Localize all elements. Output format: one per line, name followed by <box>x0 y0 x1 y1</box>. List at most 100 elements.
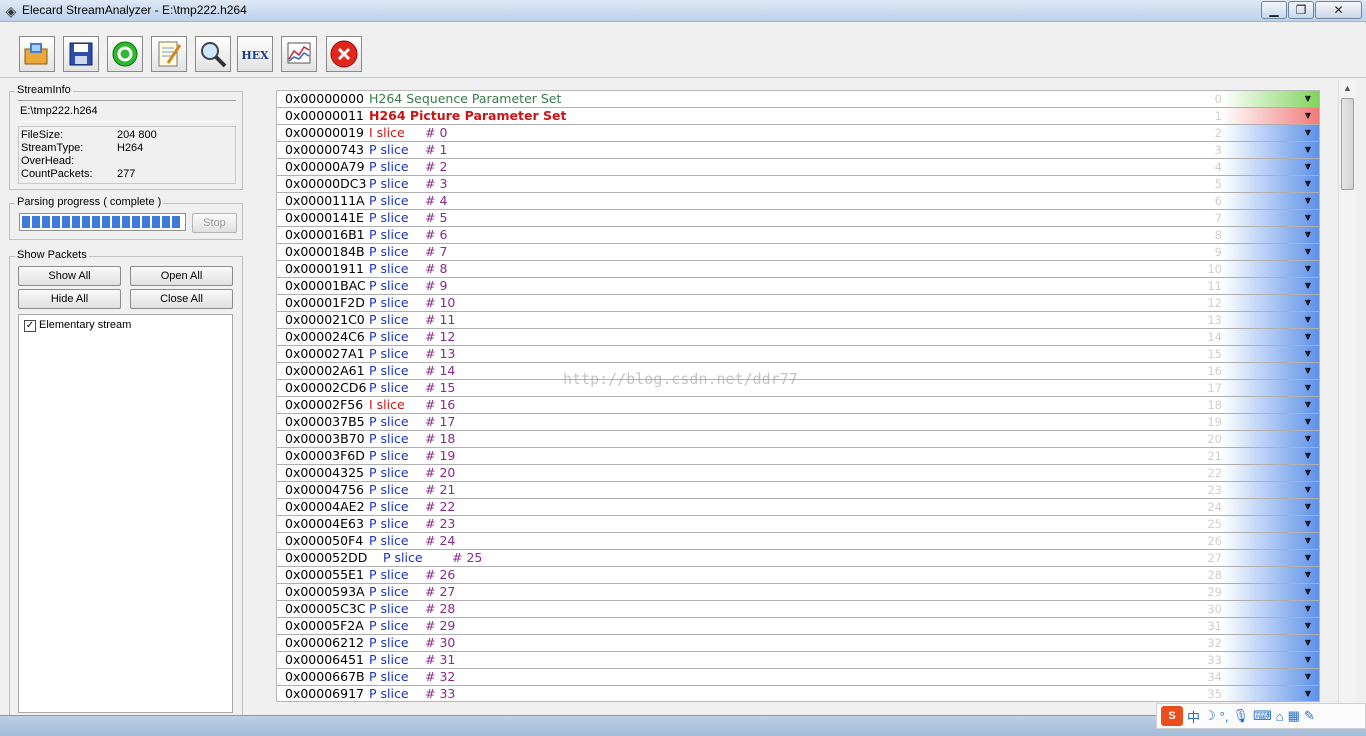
keyboard-icon[interactable]: ⌨ <box>1253 708 1272 724</box>
expand-chevron-icon[interactable]: ⩔ <box>1301 601 1315 617</box>
scroll-thumb[interactable] <box>1341 98 1354 190</box>
ime-logo-icon[interactable]: S <box>1161 706 1183 726</box>
expand-chevron-icon[interactable]: ⩔ <box>1301 159 1315 175</box>
packet-row[interactable]: 0x00001F2D P slice # 10 12 ⩔ <box>277 295 1319 312</box>
search-button[interactable] <box>195 36 231 72</box>
show-all-button[interactable]: Show All <box>18 266 121 286</box>
close-window-button[interactable]: ✕ <box>1315 1 1362 19</box>
expand-chevron-icon[interactable]: ⩔ <box>1301 669 1315 685</box>
packet-row[interactable]: 0x00005F2A P slice # 29 31 ⩔ <box>277 618 1319 635</box>
expand-chevron-icon[interactable]: ⩔ <box>1301 125 1315 141</box>
expand-chevron-icon[interactable]: ⩔ <box>1301 584 1315 600</box>
packet-row[interactable]: 0x000037B5 P slice # 17 19 ⩔ <box>277 414 1319 431</box>
packet-row[interactable]: 0x0000593A P slice # 27 29 ⩔ <box>277 584 1319 601</box>
packet-row[interactable]: 0x00003F6D P slice # 19 21 ⩔ <box>277 448 1319 465</box>
expand-chevron-icon[interactable]: ⩔ <box>1301 635 1315 651</box>
packet-row[interactable]: 0x0000141E P slice # 5 7 ⩔ <box>277 210 1319 227</box>
expand-chevron-icon[interactable]: ⩔ <box>1301 618 1315 634</box>
packet-row[interactable]: 0x00002F56 I slice # 16 18 ⩔ <box>277 397 1319 414</box>
expand-chevron-icon[interactable]: ⩔ <box>1301 567 1315 583</box>
packet-row[interactable]: 0x00000A79 P slice # 2 4 ⩔ <box>277 159 1319 176</box>
hide-all-button[interactable]: Hide All <box>18 289 121 309</box>
open-all-button[interactable]: Open All <box>130 266 233 286</box>
expand-chevron-icon[interactable]: ⩔ <box>1301 244 1315 260</box>
expand-chevron-icon[interactable]: ⩔ <box>1301 91 1315 107</box>
packet-row[interactable]: 0x00002A61 P slice # 14 16 ⩔ <box>277 363 1319 380</box>
refresh-button[interactable] <box>107 36 143 72</box>
expand-chevron-icon[interactable]: ⩔ <box>1301 482 1315 498</box>
elementary-stream-label[interactable]: Elementary stream <box>39 319 131 331</box>
expand-chevron-icon[interactable]: ⩔ <box>1301 431 1315 447</box>
packet-row[interactable]: 0x00000019 I slice # 0 2 ⩔ <box>277 125 1319 142</box>
packet-row[interactable]: 0x00004E63 P slice # 23 25 ⩔ <box>277 516 1319 533</box>
expand-chevron-icon[interactable]: ⩔ <box>1301 329 1315 345</box>
packet-row[interactable]: 0x00004325 P slice # 20 22 ⩔ <box>277 465 1319 482</box>
packet-row[interactable]: 0x00001911 P slice # 8 10 ⩔ <box>277 261 1319 278</box>
minimize-button[interactable]: ▁ <box>1261 1 1287 19</box>
packet-row[interactable]: 0x00006212 P slice # 30 32 ⩔ <box>277 635 1319 652</box>
packet-row[interactable]: 0x000016B1 P slice # 6 8 ⩔ <box>277 227 1319 244</box>
expand-chevron-icon[interactable]: ⩔ <box>1301 142 1315 158</box>
moon-icon[interactable]: ☽ <box>1204 708 1216 724</box>
expand-chevron-icon[interactable]: ⩔ <box>1301 414 1315 430</box>
expand-chevron-icon[interactable]: ⩔ <box>1301 312 1315 328</box>
stop-parsing-button[interactable]: Stop <box>192 213 237 233</box>
packet-row[interactable]: 0x00000743 P slice # 1 3 ⩔ <box>277 142 1319 159</box>
punctuation-icon[interactable]: °, <box>1220 709 1229 724</box>
maximize-button[interactable]: ❐ <box>1288 1 1314 19</box>
packet-row[interactable]: 0x000021C0 P slice # 11 13 ⩔ <box>277 312 1319 329</box>
packet-row[interactable]: 0x000024C6 P slice # 12 14 ⩔ <box>277 329 1319 346</box>
expand-chevron-icon[interactable]: ⩔ <box>1301 533 1315 549</box>
shirt-icon[interactable]: ⌂ <box>1276 709 1284 724</box>
expand-chevron-icon[interactable]: ⩔ <box>1301 499 1315 515</box>
grid-icon[interactable]: ▦ <box>1288 708 1300 724</box>
microphone-icon[interactable]: 🎙 <box>1232 708 1249 724</box>
packet-row[interactable]: 0x00000000 H264 Sequence Parameter Set 0 ⩔ <box>277 91 1319 108</box>
expand-chevron-icon[interactable]: ⩔ <box>1301 448 1315 464</box>
elementary-stream-checkbox[interactable]: ✓ <box>24 320 36 332</box>
expand-chevron-icon[interactable]: ⩔ <box>1301 261 1315 277</box>
expand-chevron-icon[interactable]: ⩔ <box>1301 465 1315 481</box>
packet-row[interactable]: 0x00002CD6 P slice # 15 17 ⩔ <box>277 380 1319 397</box>
expand-chevron-icon[interactable]: ⩔ <box>1301 227 1315 243</box>
packet-row[interactable]: 0x0000184B P slice # 7 9 ⩔ <box>277 244 1319 261</box>
expand-chevron-icon[interactable]: ⩔ <box>1301 295 1315 311</box>
wrench-icon[interactable]: ✎ <box>1304 708 1315 724</box>
packet-row[interactable]: 0x00006917 P slice # 33 35 ⩔ <box>277 686 1319 701</box>
packet-row[interactable]: 0x00000011 H264 Picture Parameter Set 1 ⩔ <box>277 108 1319 125</box>
scroll-up-icon[interactable]: ▲ <box>1339 80 1356 97</box>
expand-chevron-icon[interactable]: ⩔ <box>1301 380 1315 396</box>
packet-row[interactable]: 0x00001BAC P slice # 9 11 ⩔ <box>277 278 1319 295</box>
packet-row[interactable]: 0x00004756 P slice # 21 23 ⩔ <box>277 482 1319 499</box>
expand-chevron-icon[interactable]: ⩔ <box>1301 550 1315 566</box>
expand-chevron-icon[interactable]: ⩔ <box>1301 363 1315 379</box>
expand-chevron-icon[interactable]: ⩔ <box>1301 686 1315 701</box>
packet-row[interactable]: 0x0000111A P slice # 4 6 ⩔ <box>277 193 1319 210</box>
expand-chevron-icon[interactable]: ⩔ <box>1301 346 1315 362</box>
packet-row[interactable]: 0x00006451 P slice # 31 33 ⩔ <box>277 652 1319 669</box>
chart-button[interactable] <box>281 36 317 72</box>
vertical-scrollbar[interactable]: ▲ <box>1338 80 1355 704</box>
expand-chevron-icon[interactable]: ⩔ <box>1301 652 1315 668</box>
packet-row[interactable]: 0x000052DD P slice # 25 27 ⩔ <box>277 550 1319 567</box>
packet-row[interactable]: 0x00003B70 P slice # 18 20 ⩔ <box>277 431 1319 448</box>
expand-chevron-icon[interactable]: ⩔ <box>1301 108 1315 124</box>
expand-chevron-icon[interactable]: ⩔ <box>1301 176 1315 192</box>
packet-row[interactable]: 0x0000667B P slice # 32 34 ⩔ <box>277 669 1319 686</box>
expand-chevron-icon[interactable]: ⩔ <box>1301 210 1315 226</box>
packet-row[interactable]: 0x000027A1 P slice # 13 15 ⩔ <box>277 346 1319 363</box>
packet-row[interactable]: 0x00004AE2 P slice # 22 24 ⩔ <box>277 499 1319 516</box>
packet-row[interactable]: 0x000050F4 P slice # 24 26 ⩔ <box>277 533 1319 550</box>
expand-chevron-icon[interactable]: ⩔ <box>1301 397 1315 413</box>
expand-chevron-icon[interactable]: ⩔ <box>1301 278 1315 294</box>
edit-button[interactable] <box>151 36 187 72</box>
packet-row[interactable]: 0x00000DC3 P slice # 3 5 ⩔ <box>277 176 1319 193</box>
expand-chevron-icon[interactable]: ⩔ <box>1301 516 1315 532</box>
expand-chevron-icon[interactable]: ⩔ <box>1301 193 1315 209</box>
open-file-button[interactable] <box>19 36 55 72</box>
packet-row[interactable]: 0x000055E1 P slice # 26 28 ⩔ <box>277 567 1319 584</box>
close-all-button[interactable]: Close All <box>130 289 233 309</box>
save-button[interactable] <box>63 36 99 72</box>
packet-row[interactable]: 0x00005C3C P slice # 28 30 ⩔ <box>277 601 1319 618</box>
ime-language[interactable]: 中 <box>1187 707 1200 726</box>
